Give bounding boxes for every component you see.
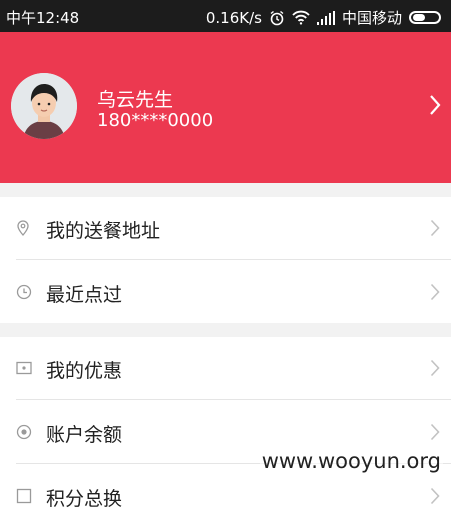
clock-icon	[16, 284, 32, 304]
balance-icon	[16, 424, 32, 444]
status-icons: 0.16K/s 中国移动	[199, 7, 441, 28]
signal-icon	[316, 10, 335, 25]
menu-item-label: 我的优惠	[46, 360, 123, 382]
chevron-right-icon	[430, 359, 440, 381]
chevron-right-icon[interactable]	[429, 94, 441, 120]
avatar[interactable]	[11, 73, 77, 139]
status-bar: 中午12:48 0.16K/s 中国移动	[0, 0, 451, 32]
profile-name: 乌云先生	[97, 89, 174, 111]
profile-phone: 180****0000	[97, 110, 214, 131]
menu-item-label: 我的送餐地址	[46, 220, 161, 242]
menu-item-points[interactable]: 积分总换	[0, 465, 451, 527]
menu-item-label: 账户余额	[46, 424, 123, 446]
watermark: www.wooyun.org	[259, 449, 443, 473]
wifi-icon	[292, 10, 310, 25]
divider	[16, 259, 451, 260]
menu-item-recent[interactable]: 最近点过	[0, 261, 451, 323]
chevron-right-icon	[430, 487, 440, 509]
location-pin-icon	[16, 220, 30, 240]
menu-item-address[interactable]: 我的送餐地址	[0, 197, 451, 259]
network-speed: 0.16K/s	[205, 8, 262, 27]
carrier-name: 中国移动	[341, 9, 402, 27]
status-time: 中午12:48	[6, 9, 80, 27]
menu-item-label: 积分总换	[46, 488, 123, 510]
divider	[16, 399, 451, 400]
alarm-icon	[269, 10, 285, 26]
points-icon	[16, 488, 32, 508]
section-gap	[0, 183, 451, 197]
profile-header[interactable]: 乌云先生 180****0000	[0, 32, 451, 183]
menu-item-coupons[interactable]: 我的优惠	[0, 337, 451, 399]
section-gap	[0, 323, 451, 337]
chevron-right-icon	[430, 219, 440, 241]
chevron-right-icon	[430, 423, 440, 445]
coupon-icon	[16, 360, 32, 379]
chevron-right-icon	[430, 283, 440, 305]
battery-icon	[409, 11, 441, 24]
menu-item-label: 最近点过	[46, 284, 123, 306]
